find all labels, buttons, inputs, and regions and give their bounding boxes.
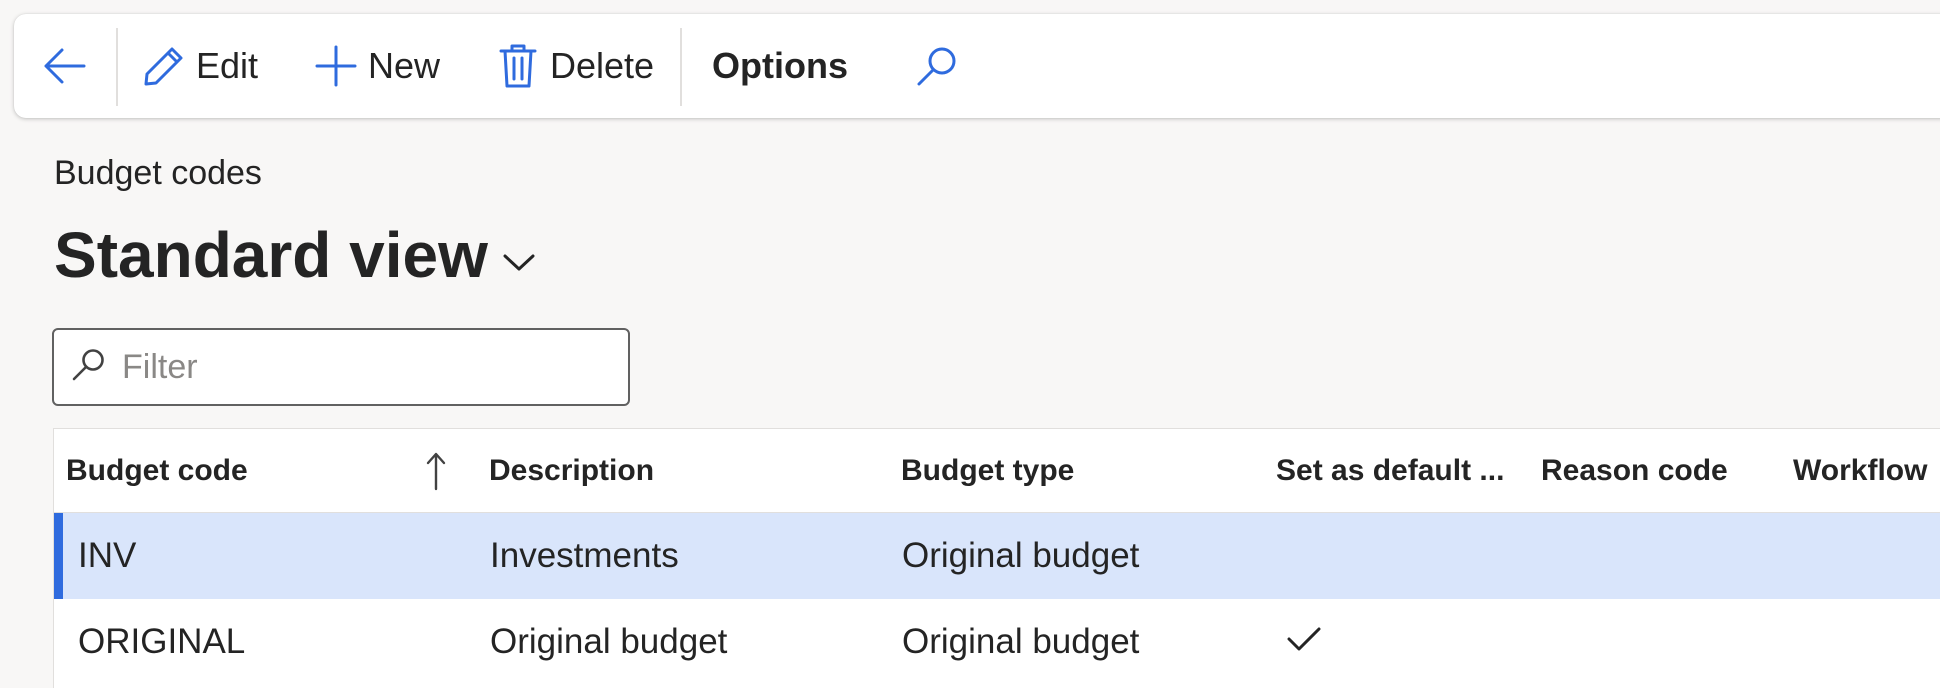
action-pane: Edit New Delete Options [14, 14, 1940, 118]
arrow-left-icon [42, 46, 86, 86]
search-icon [54, 346, 108, 389]
toolbar-divider [116, 28, 118, 106]
delete-button[interactable]: Delete [498, 14, 654, 118]
edit-button[interactable]: Edit [142, 14, 258, 118]
page-title: Standard view [54, 219, 488, 291]
search-icon [914, 43, 960, 89]
cell-description: Original budget [490, 622, 728, 661]
column-header-set-as-default[interactable]: Set as default ... [1276, 429, 1516, 513]
column-header-label: Set as default ... [1276, 454, 1505, 487]
breadcrumb: Budget codes [54, 154, 262, 192]
column-header-reason-code[interactable]: Reason code [1541, 429, 1781, 513]
cell-budget-type: Original budget [902, 622, 1140, 661]
column-header-label: Budget type [901, 454, 1075, 487]
edit-label: Edit [196, 45, 259, 86]
column-header-budget-code[interactable]: Budget code [66, 429, 466, 513]
cell-budget-code: ORIGINAL [78, 622, 246, 661]
table-row[interactable]: INV Investments Original budget [54, 513, 1940, 599]
cell-budget-code: INV [78, 536, 137, 575]
column-header-label: Workflow [1793, 454, 1928, 487]
plus-icon [314, 44, 358, 88]
cell-set-as-default [1286, 599, 1322, 685]
new-label: New [368, 45, 441, 86]
column-header-workflow[interactable]: Workflow [1793, 429, 1940, 513]
grid-header: Budget code Description Budget type Set … [54, 429, 1940, 513]
search-button[interactable] [914, 14, 960, 118]
column-header-description[interactable]: Description [489, 429, 889, 513]
new-button[interactable]: New [314, 14, 440, 118]
filter-input[interactable] [122, 347, 602, 387]
view-selector[interactable]: Standard view [54, 218, 536, 292]
back-button[interactable] [42, 14, 86, 118]
filter-box [52, 328, 630, 406]
column-header-label: Budget code [66, 454, 248, 487]
column-header-budget-type[interactable]: Budget type [901, 429, 1261, 513]
column-header-label: Description [489, 454, 655, 487]
arrow-up-icon [424, 451, 448, 496]
cell-description: Investments [490, 536, 679, 575]
delete-label: Delete [550, 45, 655, 86]
selection-indicator [54, 513, 63, 599]
trash-icon [498, 43, 538, 89]
column-header-label: Reason code [1541, 454, 1728, 487]
toolbar-divider [680, 28, 682, 106]
checkmark-icon [1286, 622, 1322, 662]
pencil-icon [142, 44, 186, 88]
budget-codes-grid: Budget code Description Budget type Set … [53, 428, 1940, 688]
options-label: Options [712, 45, 848, 86]
options-button[interactable]: Options [712, 14, 848, 118]
cell-budget-type: Original budget [902, 536, 1140, 575]
chevron-down-icon [488, 233, 536, 278]
table-row[interactable]: ORIGINAL Original budget Original budget [54, 599, 1940, 685]
